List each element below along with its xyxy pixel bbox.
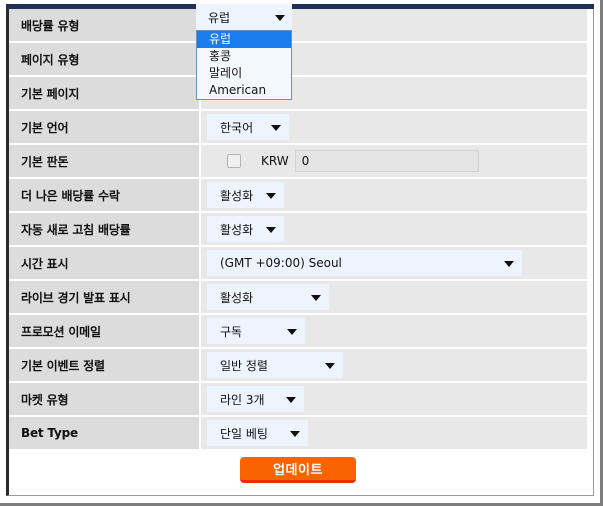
select-6[interactable]: 활성화 (207, 216, 284, 242)
stake-currency-label: KRW (261, 154, 289, 168)
odds-type-option-malay[interactable]: 말레이 (197, 65, 291, 82)
row-label: 페이지 유형 (9, 43, 199, 77)
chevron-down-icon (287, 329, 297, 335)
select-12[interactable]: 단일 베팅 (207, 420, 308, 446)
row-field: 일반 정렬 (199, 349, 587, 383)
odds-type-option-europe[interactable]: 유럽 (197, 31, 291, 48)
row-field: 한국어 (199, 111, 587, 145)
select-8[interactable]: 활성화 (207, 284, 329, 310)
row-label: 마켓 유형 (9, 383, 199, 417)
select-value: (GMT +09:00) Seoul (220, 256, 342, 270)
settings-row: 마켓 유형 라인 3개 (9, 383, 587, 417)
chevron-down-icon (504, 261, 514, 267)
row-field: 구독 (199, 315, 587, 349)
odds-type-selected-text: 유럽 (208, 10, 231, 25)
stake-amount-input[interactable] (294, 150, 479, 172)
chevron-down-icon (290, 431, 300, 437)
settings-row: 기본 이벤트 정렬 일반 정렬 (9, 349, 587, 383)
row-label: 더 나은 배당률 수락 (9, 179, 199, 213)
select-value: 구독 (220, 324, 243, 339)
settings-row: 기본 페이지 (9, 77, 587, 111)
chevron-down-icon (286, 397, 296, 403)
select-value: 활성화 (220, 290, 254, 305)
row-field: 단일 베팅 (199, 417, 587, 451)
settings-row: 프로모션 이메일 구독 (9, 315, 587, 349)
row-label: 배당률 유형 (9, 9, 199, 43)
settings-row: 시간 표시 (GMT +09:00) Seoul (9, 247, 587, 281)
row-label: 기본 페이지 (9, 77, 199, 111)
row-label: 프로모션 이메일 (9, 315, 199, 349)
odds-type-option-american[interactable]: American (197, 82, 291, 99)
row-label: 기본 이벤트 정렬 (9, 349, 199, 383)
select-5[interactable]: 활성화 (207, 182, 284, 208)
chevron-down-icon (311, 295, 321, 301)
select-3[interactable]: 한국어 (207, 114, 289, 140)
settings-row: 배당률 유형 (9, 9, 587, 43)
odds-type-select-box[interactable]: 유럽 (196, 4, 292, 30)
odds-type-dropdown-open[interactable]: 유럽 유럽 홍콩 말레이 American (196, 4, 292, 100)
row-label: 시간 표시 (9, 247, 199, 281)
chevron-down-icon (266, 227, 276, 233)
select-9[interactable]: 구독 (207, 318, 305, 344)
chevron-down-icon (325, 363, 335, 369)
row-field: 활성화 (199, 213, 587, 247)
select-10[interactable]: 일반 정렬 (207, 352, 343, 378)
row-label: 라이브 경기 발표 표시 (9, 281, 199, 315)
chevron-down-icon (275, 15, 285, 21)
select-value: 활성화 (220, 188, 254, 203)
select-value: 일반 정렬 (220, 358, 268, 373)
row-label: Bet Type (9, 417, 199, 451)
row-label: 기본 언어 (9, 111, 199, 145)
select-11[interactable]: 라인 3개 (207, 386, 304, 412)
row-field: (GMT +09:00) Seoul (199, 247, 587, 281)
default-stake-checkbox[interactable] (227, 154, 241, 168)
row-field: 활성화 (199, 281, 587, 315)
settings-row: 페이지 유형 (9, 43, 587, 77)
select-value: 한국어 (220, 120, 254, 135)
row-label: 자동 새로 고침 배당률 (9, 213, 199, 247)
select-7[interactable]: (GMT +09:00) Seoul (207, 250, 522, 276)
row-field: KRW (199, 145, 587, 179)
chevron-down-icon (266, 193, 276, 199)
row-label: 기본 판돈 (9, 145, 199, 179)
row-field: 활성화 (199, 179, 587, 213)
page-frame: 배당률 유형페이지 유형기본 페이지기본 언어 한국어기본 판돈 KRW 더 나은 배… (0, 0, 603, 506)
update-button[interactable]: 업데이트 (240, 457, 356, 483)
settings-row: 자동 새로 고침 배당률 활성화 (9, 213, 587, 247)
select-value: 라인 3개 (220, 392, 265, 407)
odds-type-option-hongkong[interactable]: 홍콩 (197, 48, 291, 65)
settings-row: 라이브 경기 발표 표시 활성화 (9, 281, 587, 315)
chevron-down-icon (271, 125, 281, 131)
settings-table: 배당률 유형페이지 유형기본 페이지기본 언어 한국어기본 판돈 KRW 더 나은 배… (9, 9, 587, 451)
odds-type-option-list[interactable]: 유럽 홍콩 말레이 American (196, 30, 292, 100)
select-value: 활성화 (220, 222, 254, 237)
settings-row: 더 나은 배당률 수락 활성화 (9, 179, 587, 213)
settings-row: Bet Type 단일 베팅 (9, 417, 587, 451)
default-stake-group: KRW (207, 148, 479, 174)
settings-row: 기본 언어 한국어 (9, 111, 587, 145)
select-value: 단일 베팅 (220, 426, 268, 441)
form-footer: 업데이트 (9, 453, 587, 487)
settings-row: 기본 판돈 KRW (9, 145, 587, 179)
row-field: 라인 3개 (199, 383, 587, 417)
